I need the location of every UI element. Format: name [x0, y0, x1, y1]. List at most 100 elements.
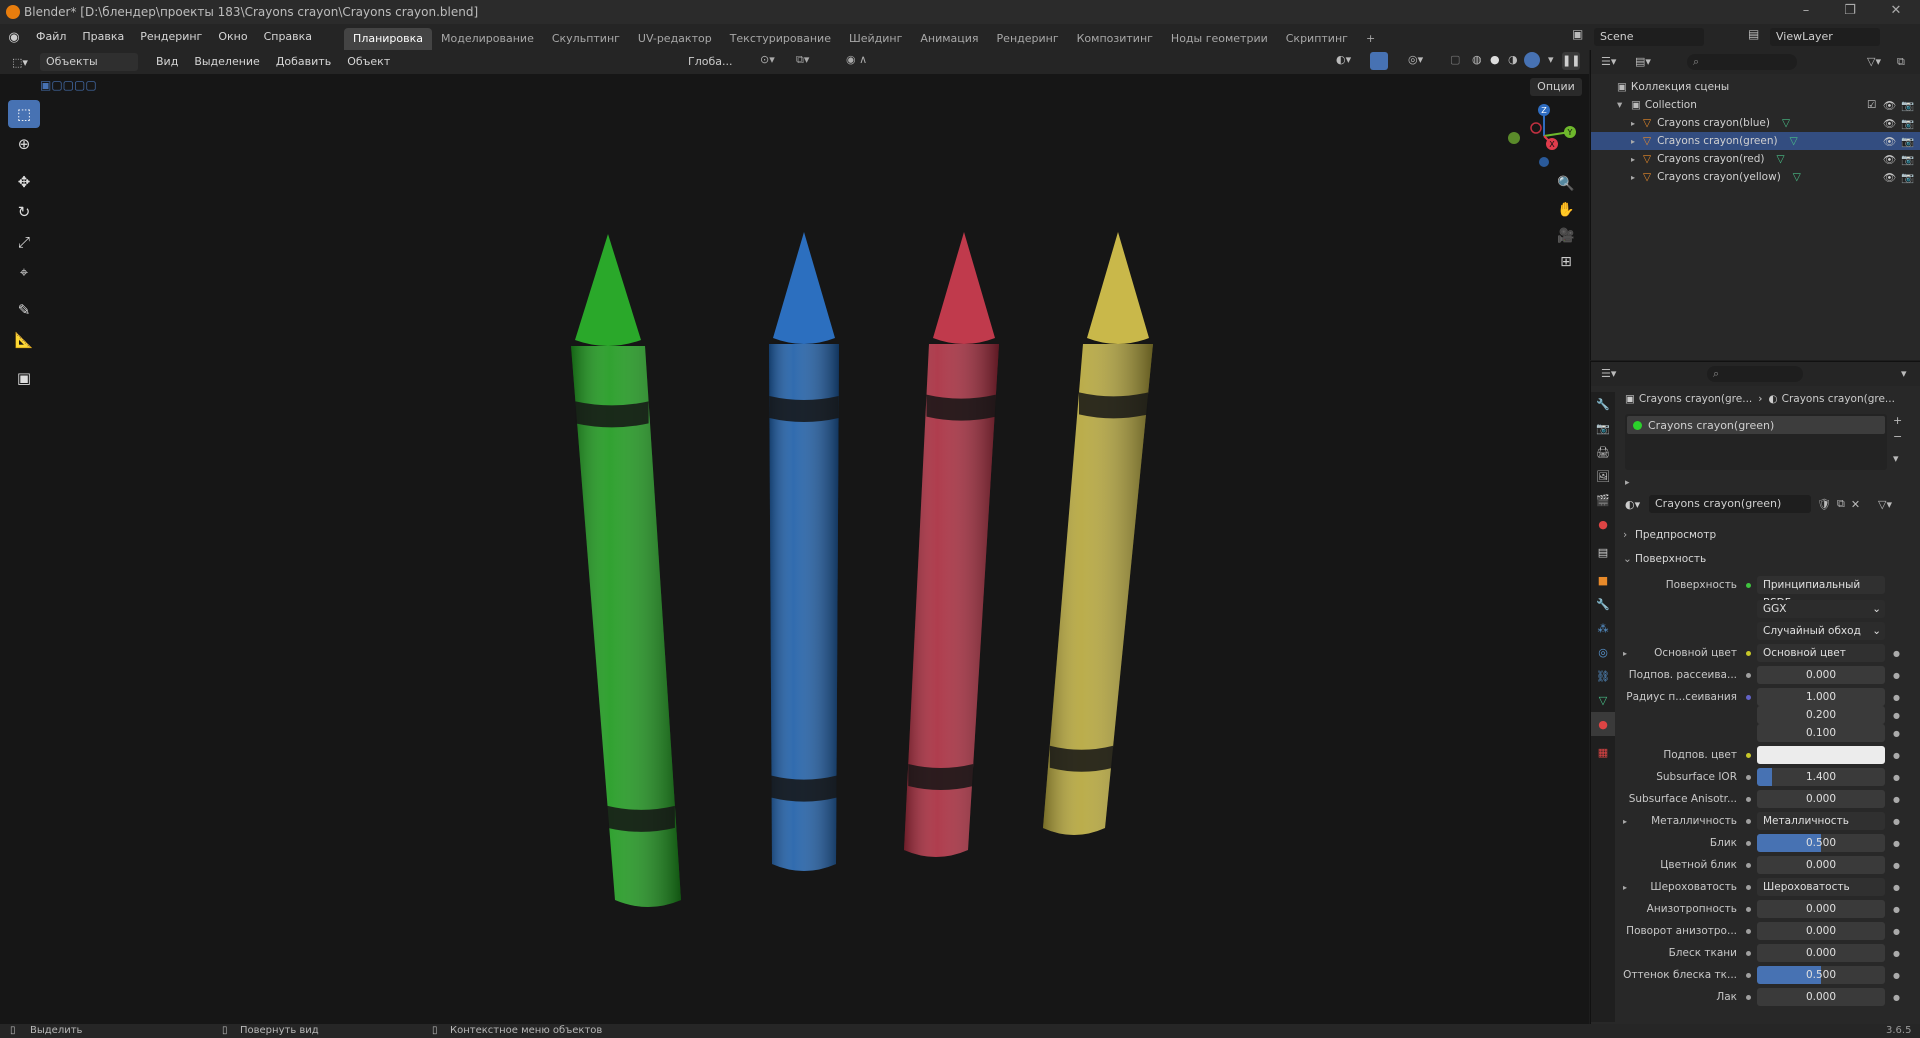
fake-user-icon[interactable]: 🛡: [1817, 498, 1831, 511]
workspace-tab[interactable]: Скульптинг: [543, 28, 629, 50]
keyframe-dot-icon[interactable]: ●: [1893, 927, 1900, 936]
keyframe-dot-icon[interactable]: ●: [1893, 905, 1900, 914]
menu-item[interactable]: Окно: [210, 24, 255, 50]
keyframe-dot-icon[interactable]: ●: [1893, 971, 1900, 980]
keyframe-dot-icon[interactable]: ●: [1893, 795, 1900, 804]
collection-visibility-icon[interactable]: 👁: [1883, 99, 1896, 112]
outliner-object-row[interactable]: ▸ ▽ Crayons crayon(red) ▽ 👁 📷: [1591, 150, 1920, 168]
object-render-icon[interactable]: 📷: [1901, 117, 1914, 130]
socket-icon[interactable]: [1743, 710, 1753, 720]
keyframe-dot-icon[interactable]: ●: [1893, 839, 1900, 848]
workspace-tab[interactable]: Анимация: [911, 28, 987, 50]
socket-icon[interactable]: [1743, 992, 1753, 1002]
socket-icon[interactable]: [1743, 860, 1753, 870]
restore-button[interactable]: ❐: [1830, 0, 1870, 24]
zoom-icon[interactable]: 🔍: [1556, 176, 1576, 196]
cursor-tool-icon[interactable]: ⊕: [8, 130, 40, 158]
keyframe-dot-icon[interactable]: ●: [1893, 883, 1900, 892]
number-field[interactable]: 0.000: [1757, 666, 1885, 684]
gizmo-neg-x-axis[interactable]: [1530, 122, 1542, 134]
solid-shading-icon[interactable]: ●: [1490, 53, 1500, 66]
keyframe-dot-icon[interactable]: ●: [1893, 649, 1900, 658]
scene-selector[interactable]: Scene: [1594, 28, 1704, 46]
scene-collection-row[interactable]: ▣ Коллекция сцены: [1591, 78, 1920, 96]
pan-hand-icon[interactable]: ✋: [1556, 202, 1576, 222]
collection-row[interactable]: ▾ ▣ Collection ☑ 👁 📷: [1591, 96, 1920, 114]
menu-item[interactable]: Правка: [74, 24, 132, 50]
workspace-tab[interactable]: Ноды геометрии: [1162, 28, 1277, 50]
crayon-object[interactable]: [904, 232, 999, 857]
outliner-editor-icon[interactable]: ☰▾: [1601, 55, 1616, 68]
number-field[interactable]: 0.000: [1757, 790, 1885, 808]
expand-icon[interactable]: ▸: [1623, 649, 1627, 658]
outliner-object-row[interactable]: ▸ ▽ Crayons crayon(yellow) ▽ 👁 📷: [1591, 168, 1920, 186]
expand-icon[interactable]: ▸: [1623, 883, 1627, 892]
mesh-data-icon[interactable]: ▽: [1793, 171, 1801, 183]
3d-viewport[interactable]: ▣▢▢▢▢ Опции: [0, 74, 1589, 1024]
collection-checkbox-icon[interactable]: ☑: [1867, 99, 1876, 111]
collection-tab-icon[interactable]: ▤: [1591, 540, 1615, 564]
rotate-tool-icon[interactable]: ↻: [8, 198, 40, 226]
keyframe-dot-icon[interactable]: ●: [1893, 773, 1900, 782]
number-field[interactable]: 0.100: [1757, 724, 1885, 742]
socket-icon[interactable]: [1743, 750, 1753, 760]
object-tab-icon[interactable]: ■: [1591, 568, 1615, 592]
socket-icon[interactable]: [1743, 692, 1753, 702]
minimize-button[interactable]: –: [1786, 0, 1826, 24]
keyframe-dot-icon[interactable]: ●: [1893, 993, 1900, 1002]
number-field[interactable]: 0.500: [1757, 966, 1885, 984]
workspace-tab[interactable]: Скриптинг: [1277, 28, 1357, 50]
linked-socket-field[interactable]: Шероховатость: [1757, 878, 1885, 896]
outliner-object-row[interactable]: ▸ ▽ Crayons crayon(blue) ▽ 👁 📷: [1591, 114, 1920, 132]
mode-selector[interactable]: Объекты: [40, 53, 138, 71]
subsurface-method-dropdown[interactable]: Случайный обход ⌄: [1757, 622, 1885, 640]
socket-icon[interactable]: [1743, 772, 1753, 782]
properties-search-input[interactable]: ⌕: [1707, 366, 1803, 382]
workspace-tab[interactable]: Рендеринг: [988, 28, 1068, 50]
keyframe-dot-icon[interactable]: ●: [1893, 817, 1900, 826]
workspace-tab[interactable]: +: [1357, 28, 1384, 50]
world-tab-icon[interactable]: ●: [1591, 512, 1615, 536]
material-name-field[interactable]: Crayons crayon(green): [1649, 495, 1811, 513]
menu-item[interactable]: Справка: [256, 24, 320, 50]
physics-tab-icon[interactable]: ◎: [1591, 640, 1615, 664]
view-layer-tab-icon[interactable]: 🖼: [1591, 464, 1615, 488]
snap-icon[interactable]: ⧉▾: [796, 53, 809, 67]
expand-icon[interactable]: ▸: [1631, 137, 1643, 146]
select-box-tool-icon[interactable]: ⬚: [8, 100, 40, 128]
viewport-menu-item[interactable]: Вид: [148, 50, 186, 74]
gizmo-neg-y-axis[interactable]: [1508, 132, 1520, 144]
keyframe-dot-icon[interactable]: ●: [1893, 861, 1900, 870]
number-field[interactable]: 0.000: [1757, 856, 1885, 874]
viewport-menu-item[interactable]: Объект: [339, 50, 398, 74]
keyframe-dot-icon[interactable]: ●: [1893, 711, 1900, 720]
overlays-icon[interactable]: ◎▾: [1408, 53, 1423, 66]
material-slot-row[interactable]: Crayons crayon(green): [1627, 416, 1885, 434]
outliner-object-row[interactable]: ▸ ▽ Crayons crayon(green) ▽ 👁 📷: [1591, 132, 1920, 150]
camera-view-icon[interactable]: 🎥: [1556, 228, 1576, 248]
object-visibility-icon[interactable]: 👁: [1883, 135, 1896, 148]
gizmo-neg-z-axis[interactable]: [1539, 157, 1549, 167]
outliner-search-input[interactable]: ⌕: [1687, 54, 1797, 70]
perspective-grid-icon[interactable]: ⊞: [1556, 254, 1576, 274]
blender-menu-icon[interactable]: ◉: [0, 30, 28, 45]
keyframe-dot-icon[interactable]: ●: [1893, 729, 1900, 738]
editor-type-icon[interactable]: ⬚▾: [0, 56, 40, 69]
color-swatch[interactable]: [1757, 746, 1885, 764]
tool-tab-icon[interactable]: 🔧: [1591, 392, 1615, 416]
duplicate-material-icon[interactable]: ⧉: [1837, 497, 1845, 511]
object-visibility-icon[interactable]: 👁: [1883, 117, 1896, 130]
workspace-tab[interactable]: Шейдинг: [840, 28, 911, 50]
object-render-icon[interactable]: 📷: [1901, 171, 1914, 184]
pivot-icon[interactable]: ⊙▾: [760, 53, 775, 66]
scale-tool-icon[interactable]: ⤢: [8, 228, 40, 256]
socket-icon[interactable]: [1743, 728, 1753, 738]
filter-icon[interactable]: ▽▾: [1867, 55, 1881, 68]
transform-tool-icon[interactable]: ⌖: [8, 258, 40, 286]
slots-expand-icon[interactable]: ▸: [1625, 478, 1630, 488]
socket-icon[interactable]: [1743, 838, 1753, 848]
properties-options-icon[interactable]: ▾: [1901, 367, 1907, 380]
display-mode-icon[interactable]: ▤▾: [1635, 55, 1651, 68]
crayon-object[interactable]: [571, 234, 681, 907]
number-field[interactable]: 0.500: [1757, 834, 1885, 852]
